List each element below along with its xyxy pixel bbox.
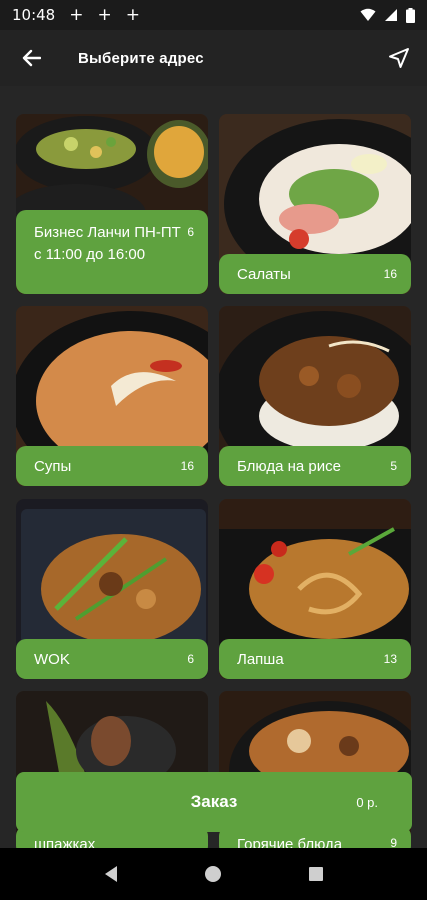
category-label: Супы 16 <box>16 446 208 486</box>
battery-icon <box>406 7 415 23</box>
category-card-noodles[interactable]: Лапша 13 <box>219 499 411 679</box>
system-nav-bar <box>0 848 427 900</box>
notification-plus-icon: + <box>69 5 84 25</box>
address-selector[interactable]: Выберите адрес <box>78 50 204 67</box>
category-name: Салаты <box>237 265 291 283</box>
category-name: WOK <box>34 650 70 668</box>
order-button[interactable]: Заказ 0 р. <box>16 772 412 832</box>
category-card-salads[interactable]: Салаты 16 <box>219 114 411 294</box>
back-button[interactable] <box>0 30 62 86</box>
category-label: Бизнес Ланчи ПН-ПТ с 11:00 до 16:00 6 <box>16 210 208 294</box>
status-time: 10:48 <box>12 6 56 24</box>
category-label: Салаты 16 <box>219 254 411 294</box>
status-bar: 10:48 + + + <box>0 0 427 30</box>
back-triangle-icon[interactable] <box>103 865 119 883</box>
category-grid: Бизнес Ланчи ПН-ПТ с 11:00 до 16:00 6 Са… <box>0 86 427 848</box>
category-name: Бизнес Ланчи ПН-ПТ с 11:00 до 16:00 <box>34 224 181 263</box>
category-name: Блюда на рисе <box>237 457 341 475</box>
category-count: 16 <box>383 267 397 281</box>
category-card-soups[interactable]: Супы 16 <box>16 306 208 486</box>
category-label: WOK 6 <box>16 639 208 679</box>
category-name: Лапша <box>237 650 284 668</box>
category-count: 6 <box>187 225 194 239</box>
category-label: Блюда на рисе 5 <box>219 446 411 486</box>
order-total: 0 р. <box>356 794 378 810</box>
recents-square-icon[interactable] <box>308 866 324 882</box>
arrow-left-icon <box>22 49 41 67</box>
cell-signal-icon <box>385 9 397 21</box>
category-count: 6 <box>187 652 194 666</box>
location-button[interactable] <box>371 30 427 86</box>
navigation-arrow-icon <box>389 48 409 68</box>
app-toolbar: Выберите адрес <box>0 30 427 86</box>
category-card-wok[interactable]: WOK 6 <box>16 499 208 679</box>
order-label: Заказ <box>190 792 238 811</box>
category-card-business-lunch[interactable]: Бизнес Ланчи ПН-ПТ с 11:00 до 16:00 6 <box>16 114 208 294</box>
category-name: Супы <box>34 457 72 475</box>
notification-plus-icon: + <box>97 5 112 25</box>
category-count: 16 <box>180 459 194 473</box>
category-card-rice-dishes[interactable]: Блюда на рисе 5 <box>219 306 411 486</box>
home-circle-icon[interactable] <box>204 865 222 883</box>
wifi-icon <box>360 8 376 21</box>
notification-plus-icon: + <box>125 5 140 25</box>
category-count: 5 <box>390 459 397 473</box>
category-label: Лапша 13 <box>219 639 411 679</box>
category-count: 13 <box>383 652 397 666</box>
